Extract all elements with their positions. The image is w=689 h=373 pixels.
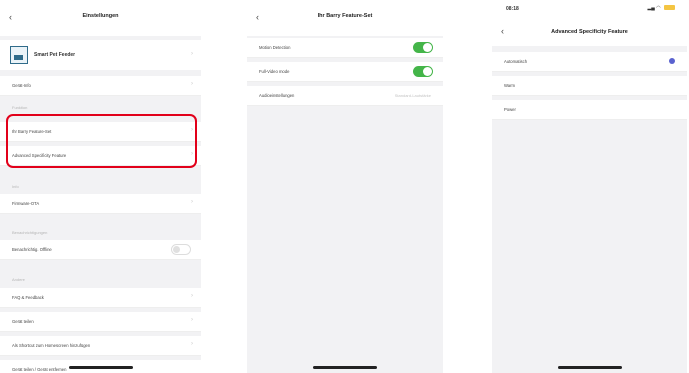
feature-set-screen: ‹ Ihr Barry Feature-Set Motion Detection…	[247, 0, 443, 373]
section-header: Benachrichtigungen	[12, 230, 48, 235]
audio-value: Standard-Lautstärke	[394, 93, 431, 98]
row-label: Gerät-Info	[12, 83, 31, 88]
row-add-to-home[interactable]: Als Shortcut zum Homescreen hinzufügen ›	[0, 336, 201, 356]
row-auto[interactable]: Automatisch	[492, 52, 687, 72]
section-header: Andere	[12, 277, 25, 282]
row-motion-detection[interactable]: Motion Detection	[247, 38, 443, 58]
highlight-box	[6, 114, 197, 168]
home-indicator	[68, 366, 133, 369]
settings-screen: ‹ Einstellungen Smart Pet Feeder › Gerät…	[0, 0, 201, 373]
row-device-info[interactable]: Gerät-Info ›	[0, 76, 201, 96]
row-label: Motion Detection	[259, 45, 291, 50]
home-indicator	[313, 366, 377, 369]
nav-bar: 08:18 ▂▄ ◠ ‹ Advanced Specificity Featur…	[492, 0, 687, 46]
row-offline-notify[interactable]: Benachrichtig. Offline	[0, 240, 201, 260]
device-card[interactable]: Smart Pet Feeder ›	[0, 40, 201, 70]
page-title: Ihr Barry Feature-Set	[317, 13, 373, 19]
advanced-feature-screen: 08:18 ▂▄ ◠ ‹ Advanced Specificity Featur…	[492, 0, 687, 373]
chevron-right-icon: ›	[191, 51, 193, 57]
row-label: Full-Video mode	[259, 69, 290, 74]
pet-feeder-icon	[10, 46, 28, 64]
chevron-left-icon[interactable]: ‹	[9, 12, 12, 22]
chevron-left-icon[interactable]: ‹	[256, 12, 259, 22]
device-name: Smart Pet Feeder	[34, 52, 76, 58]
row-faq-feedback[interactable]: FAQ & Feedback ›	[0, 288, 201, 308]
chevron-right-icon: ›	[191, 293, 193, 299]
chevron-right-icon: ›	[191, 199, 193, 205]
row-label: FAQ & Feedback	[12, 295, 44, 300]
section-header: Funktion	[12, 105, 28, 110]
status-time: 08:18	[506, 6, 519, 12]
battery-icon	[664, 5, 675, 11]
offline-toggle[interactable]	[171, 244, 191, 255]
row-label: Power	[504, 107, 516, 112]
row-warm[interactable]: Warm	[492, 76, 687, 96]
page-title: Advanced Specificity Feature	[551, 29, 628, 35]
nav-bar: ‹ Einstellungen	[0, 0, 201, 36]
wifi-icon: ◠	[656, 5, 661, 11]
home-indicator	[557, 366, 622, 369]
row-full-video[interactable]: Full-Video mode	[247, 62, 443, 82]
row-label: Benachrichtig. Offline	[12, 247, 52, 252]
page-title: Einstellungen	[82, 13, 119, 19]
row-label: Gerät teilen	[12, 319, 34, 324]
row-label: Warm	[504, 83, 516, 88]
nav-bar: ‹ Ihr Barry Feature-Set	[247, 0, 443, 36]
row-audio[interactable]: Audioeinstellungen Standard-Lautstärke	[247, 86, 443, 106]
section-header: Info	[12, 184, 19, 189]
chevron-right-icon: ›	[191, 81, 193, 87]
signal-icon: ▂▄	[647, 5, 655, 11]
row-label: Automatisch	[504, 59, 528, 64]
row-label: Als Shortcut zum Homescreen hinzufügen	[12, 343, 91, 348]
row-label: Firmware-OTA	[12, 201, 40, 206]
row-power[interactable]: Power	[492, 100, 687, 120]
row-label: Audioeinstellungen	[259, 93, 295, 98]
row-label: Gerät teilen / Gerät entfernen	[12, 367, 67, 372]
row-firmware[interactable]: Firmware-OTA ›	[0, 194, 201, 214]
chevron-left-icon[interactable]: ‹	[501, 26, 504, 36]
motion-toggle[interactable]	[413, 42, 433, 53]
selected-radio-icon[interactable]	[669, 58, 675, 64]
row-share-device[interactable]: Gerät teilen ›	[0, 312, 201, 332]
status-icons: ▂▄ ◠	[647, 5, 675, 11]
chevron-right-icon: ›	[191, 317, 193, 323]
chevron-right-icon: ›	[191, 341, 193, 347]
full-video-toggle[interactable]	[413, 66, 433, 77]
